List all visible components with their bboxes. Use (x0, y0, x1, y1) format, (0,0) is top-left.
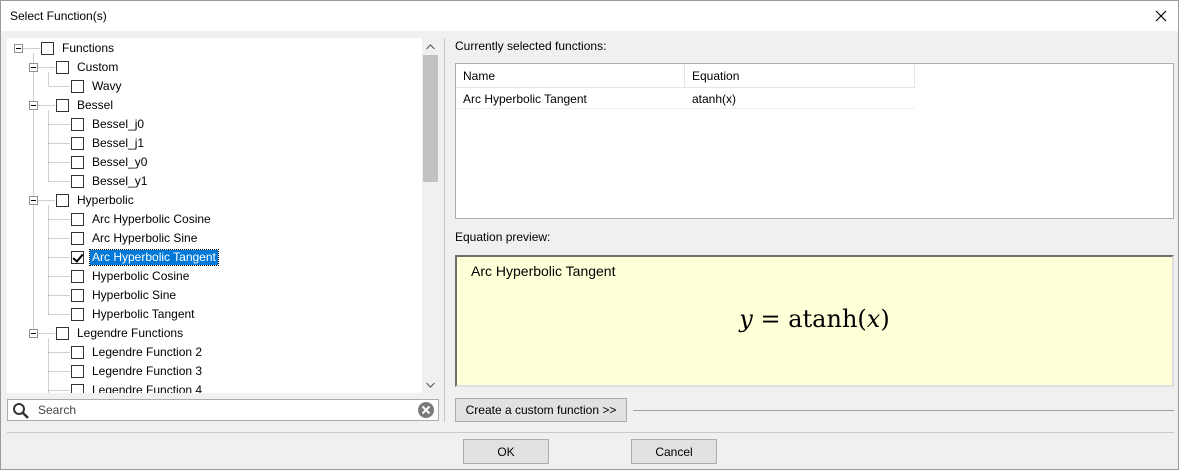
tree-item-legendre-function-3[interactable]: Legendre Function 3 (71, 362, 204, 381)
tree-item-label[interactable]: Bessel_y0 (90, 155, 149, 170)
selected-functions-table[interactable]: Name Equation Arc Hyperbolic Tangent ata… (455, 63, 1174, 219)
tree-item-label[interactable]: Legendre Function 3 (90, 364, 204, 379)
checkbox[interactable] (71, 308, 84, 321)
checkbox[interactable] (71, 384, 84, 393)
tree-item-label[interactable]: Wavy (90, 79, 124, 94)
tree-item-bessel-y0[interactable]: Bessel_y0 (71, 153, 149, 172)
tree-item-label[interactable]: Functions (60, 41, 116, 56)
search-input[interactable] (36, 402, 416, 418)
tree-item-hyperbolic-cosine[interactable]: Hyperbolic Cosine (71, 267, 191, 286)
checkbox[interactable] (71, 80, 84, 93)
tree-item-label[interactable]: Bessel (75, 98, 115, 113)
checkbox[interactable] (71, 118, 84, 131)
equation-preview-label: Equation preview: (455, 230, 551, 244)
tree-item-bessel-j0[interactable]: Bessel_j0 (71, 115, 146, 134)
tree-item-bessel-y1[interactable]: Bessel_y1 (71, 172, 149, 191)
ok-button[interactable]: OK (463, 439, 549, 464)
scroll-thumb[interactable] (423, 55, 438, 182)
window-title: Select Function(s) (10, 9, 107, 23)
checkbox[interactable] (56, 61, 69, 74)
tree-item-label[interactable]: Hyperbolic Sine (90, 288, 178, 303)
pane-separator (444, 38, 445, 422)
search-box (7, 399, 439, 421)
tree-item-label[interactable]: Bessel_j0 (90, 117, 146, 132)
tree-item-legendre-functions[interactable]: Legendre Functions (56, 324, 185, 343)
checkbox[interactable] (71, 251, 84, 264)
tree-item-bessel-j1[interactable]: Bessel_j1 (71, 134, 146, 153)
checkbox[interactable] (71, 137, 84, 150)
checkbox[interactable] (71, 346, 84, 359)
column-header-equation[interactable]: Equation (685, 64, 915, 88)
tree-item-label[interactable]: Hyperbolic (75, 193, 136, 208)
column-header-name[interactable]: Name (456, 64, 685, 88)
tree-scrollbar[interactable] (422, 38, 439, 393)
cancel-button[interactable]: Cancel (631, 439, 717, 464)
checkbox[interactable] (41, 42, 54, 55)
collapse-toggle-icon[interactable] (29, 101, 38, 110)
tree-item-label[interactable]: Hyperbolic Tangent (90, 307, 197, 322)
checkbox[interactable] (71, 270, 84, 283)
tree-item-label[interactable]: Legendre Function 2 (90, 345, 204, 360)
tree-item-label[interactable]: Custom (75, 60, 120, 75)
tree-item-hyperbolic-tangent[interactable]: Hyperbolic Tangent (71, 305, 197, 324)
checkbox[interactable] (71, 213, 84, 226)
tree-item-bessel[interactable]: Bessel (56, 96, 115, 115)
clear-search-icon[interactable] (417, 401, 435, 419)
checkbox[interactable] (71, 175, 84, 188)
checkbox[interactable] (71, 365, 84, 378)
tree-item-label[interactable]: Legendre Function 4 (90, 383, 204, 393)
tree-item-hyperbolic[interactable]: Hyperbolic (56, 191, 136, 210)
tree-item-label[interactable]: Legendre Functions (75, 326, 185, 341)
preview-function-name: Arc Hyperbolic Tangent (471, 263, 616, 279)
scroll-up-button[interactable] (422, 38, 439, 55)
title-bar: Select Function(s) (1, 1, 1178, 31)
tree-item-arc-hyperbolic-tangent[interactable]: Arc Hyperbolic Tangent (71, 248, 219, 267)
tree-item-functions[interactable]: Functions (41, 39, 116, 58)
selected-row-equation[interactable]: atanh(x) (685, 89, 915, 109)
tree-item-label[interactable]: Hyperbolic Cosine (90, 269, 191, 284)
tree-item-label[interactable]: Bessel_j1 (90, 136, 146, 151)
equation-preview: Arc Hyperbolic Tangent y = atanh(x) (455, 255, 1174, 387)
selected-functions-label: Currently selected functions: (455, 39, 607, 53)
tree-item-legendre-function-4[interactable]: Legendre Function 4 (71, 381, 204, 393)
checkbox[interactable] (71, 232, 84, 245)
checkbox[interactable] (71, 289, 84, 302)
checkbox[interactable] (56, 194, 69, 207)
collapse-toggle-icon[interactable] (29, 63, 38, 72)
tree-item-legendre-function-2[interactable]: Legendre Function 2 (71, 343, 204, 362)
collapse-toggle-icon[interactable] (29, 329, 38, 338)
tree-item-custom[interactable]: Custom (56, 58, 120, 77)
chevron-down-icon (426, 382, 435, 388)
tree-item-hyperbolic-sine[interactable]: Hyperbolic Sine (71, 286, 178, 305)
close-button[interactable] (1144, 1, 1178, 31)
tree-item-wavy[interactable]: Wavy (71, 77, 124, 96)
search-icon (13, 403, 29, 419)
checkbox[interactable] (56, 327, 69, 340)
scroll-down-button[interactable] (422, 376, 439, 393)
footer-divider (7, 432, 1174, 433)
tree-item-label[interactable]: Arc Hyperbolic Tangent (89, 249, 219, 266)
function-tree[interactable]: Functions Custom Wavy Bessel Bessel_j0 Bessel… (7, 38, 439, 393)
create-custom-function-button[interactable]: Create a custom function >> (455, 398, 627, 422)
tree-item-arc-hyperbolic-sine[interactable]: Arc Hyperbolic Sine (71, 229, 199, 248)
divider-line (633, 410, 1174, 411)
checkbox[interactable] (56, 99, 69, 112)
tree-item-arc-hyperbolic-cosine[interactable]: Arc Hyperbolic Cosine (71, 210, 213, 229)
row-divider (456, 108, 915, 109)
select-functions-dialog: Select Function(s) Functions Custom Wavy Be… (0, 0, 1179, 470)
tree-item-label[interactable]: Arc Hyperbolic Sine (90, 231, 199, 246)
collapse-toggle-icon[interactable] (14, 44, 23, 53)
preview-formula: y = atanh(x) (739, 305, 890, 333)
collapse-toggle-icon[interactable] (29, 196, 38, 205)
checkbox[interactable] (71, 156, 84, 169)
chevron-up-icon (426, 43, 435, 49)
selected-row-name[interactable]: Arc Hyperbolic Tangent (456, 89, 685, 109)
tree-item-label[interactable]: Arc Hyperbolic Cosine (90, 212, 213, 227)
close-icon (1155, 10, 1167, 22)
tree-item-label[interactable]: Bessel_y1 (90, 174, 149, 189)
